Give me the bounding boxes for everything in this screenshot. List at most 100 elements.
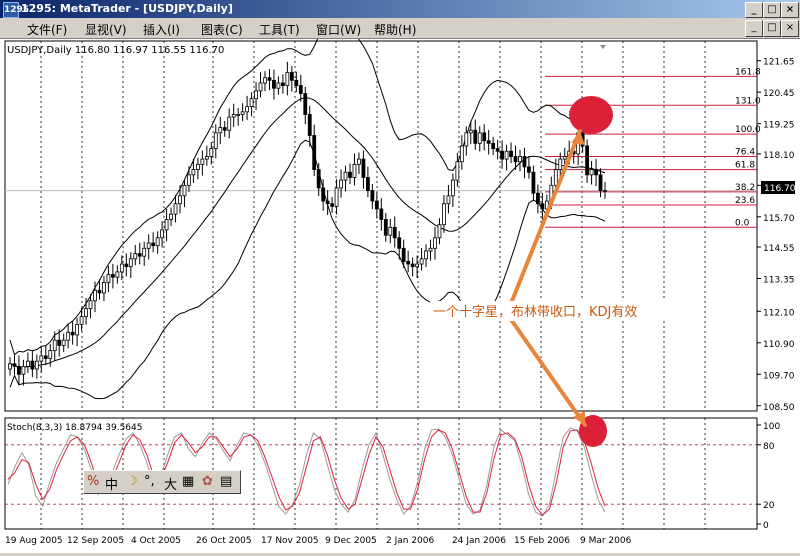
candle-body [240, 111, 245, 115]
fibonacci-level-label: 100.0 [735, 125, 761, 135]
candle-body [307, 114, 312, 136]
price-axis-label: 113.35 [763, 275, 795, 285]
candle-body [522, 156, 527, 168]
mdi-restore-button[interactable]: □ [763, 20, 781, 37]
candle-body [236, 114, 241, 116]
date-axis-label: 26 Oct 2005 [196, 536, 252, 546]
candle-body [598, 174, 603, 191]
stoch-info-label: Stoch(8,3,3) 18.8794 39.5645 [7, 423, 142, 433]
candle-body [513, 156, 518, 163]
candle-body [585, 145, 590, 176]
candle-body [410, 263, 415, 268]
highlight-marker [569, 96, 613, 134]
candle-body [401, 247, 406, 262]
candle-body [182, 184, 187, 197]
mdi-close-button[interactable]: × [781, 20, 799, 37]
candle-body [155, 237, 160, 247]
candle-body [39, 355, 44, 362]
candle-body [52, 339, 57, 352]
candle-body [110, 274, 115, 278]
percent-icon[interactable]: % [87, 474, 99, 489]
app-icon: 1295 [3, 2, 29, 18]
menu-insert[interactable]: 插入(I) [143, 21, 180, 38]
candle-body [88, 300, 93, 310]
fibonacci-level-label: 131.0 [735, 96, 761, 106]
candle-body [254, 90, 258, 100]
candle-body [164, 219, 169, 231]
candle-body [245, 106, 250, 113]
candle-body [43, 355, 48, 359]
candle-body [397, 237, 402, 249]
candle-body [97, 289, 102, 294]
maximize-button[interactable]: □ [763, 2, 781, 18]
close-button[interactable]: × [781, 2, 799, 18]
menu-help[interactable]: 帮助(H) [374, 21, 416, 38]
candle-body [258, 82, 263, 92]
date-axis-label: 9 Mar 2006 [580, 536, 632, 546]
candle-body [495, 148, 500, 152]
candle-body [343, 171, 348, 181]
candle-body [325, 200, 330, 205]
candle-body [428, 247, 433, 252]
fibonacci-level-label: 38.2 [735, 183, 755, 193]
candle-body [142, 247, 147, 257]
candle-body [473, 129, 478, 144]
window-title-bar: 1295 1295: MetaTrader - [USDJPY,Daily] _… [0, 0, 800, 18]
moon-icon[interactable]: ☽ [126, 474, 138, 489]
fullwidth-icon[interactable]: 大 [164, 474, 177, 493]
candle-body [66, 331, 71, 341]
menu-tools[interactable]: 工具(T) [259, 21, 300, 38]
candle-body [124, 263, 129, 268]
price-axis-label: 118.10 [763, 151, 795, 161]
date-axis-label: 2 Jan 2006 [386, 536, 434, 546]
stoch-axis-label: 80 [763, 442, 775, 452]
date-axis-label: 12 Sep 2005 [67, 536, 124, 546]
candle-body [146, 242, 151, 249]
menu-window[interactable]: 窗口(W) [316, 21, 361, 38]
stoch-axis-label: 20 [763, 501, 775, 511]
candle-body [330, 203, 335, 207]
candle-body [388, 226, 393, 236]
candle-body [280, 82, 285, 87]
drawing-toolbox: % 中 ☽ °, 大 ▦ ✿ ▤ [83, 470, 241, 494]
candle-body [133, 253, 138, 260]
menu-view[interactable]: 显视(V) [85, 21, 127, 38]
fibonacci-level-label: 23.6 [735, 196, 755, 206]
candle-body [285, 72, 290, 87]
minimize-button[interactable]: _ [745, 2, 763, 18]
candle-body [209, 148, 214, 157]
price-axis-label: 114.55 [763, 244, 795, 254]
candle-body [178, 195, 182, 205]
menu-bar: 文件(F) 显视(V) 插入(I) 图表(C) 工具(T) 窗口(W) 帮助(H… [0, 18, 800, 39]
candle-body [437, 224, 442, 239]
menu-icon[interactable]: ▤ [220, 474, 232, 489]
candle-body [128, 258, 133, 268]
date-axis-label: 17 Nov 2005 [261, 536, 319, 546]
date-axis-label: 24 Jan 2006 [452, 536, 506, 546]
keyboard-icon[interactable]: ▦ [182, 474, 194, 489]
candle-body [173, 203, 178, 215]
candle-body [8, 363, 12, 370]
candle-body [25, 360, 30, 367]
punctuation-icon[interactable]: °, [144, 474, 155, 489]
menu-file[interactable]: 文件(F) [27, 21, 67, 38]
price-axis-label: 120.45 [763, 89, 795, 99]
candle-body [459, 145, 464, 163]
date-axis-label: 4 Oct 2005 [131, 536, 181, 546]
candle-body [482, 132, 487, 142]
candle-body [204, 156, 209, 160]
candle-body [115, 271, 120, 278]
chinese-input-icon[interactable]: 中 [105, 474, 118, 493]
mdi-minimize-button[interactable]: _ [745, 20, 763, 37]
candle-body [527, 166, 531, 173]
candle-body [357, 158, 361, 165]
date-axis-label: 19 Aug 2005 [5, 536, 63, 546]
skin-icon[interactable]: ✿ [202, 474, 213, 489]
fibonacci-level-label: 61.8 [735, 161, 755, 171]
candle-body [169, 213, 173, 220]
candle-body [321, 187, 326, 202]
annotation-text: 一个十字星，布林带收口，KDJ有效 [433, 305, 637, 320]
candle-body [160, 229, 165, 239]
menu-charts[interactable]: 图表(C) [201, 21, 243, 38]
candle-body [272, 79, 276, 89]
